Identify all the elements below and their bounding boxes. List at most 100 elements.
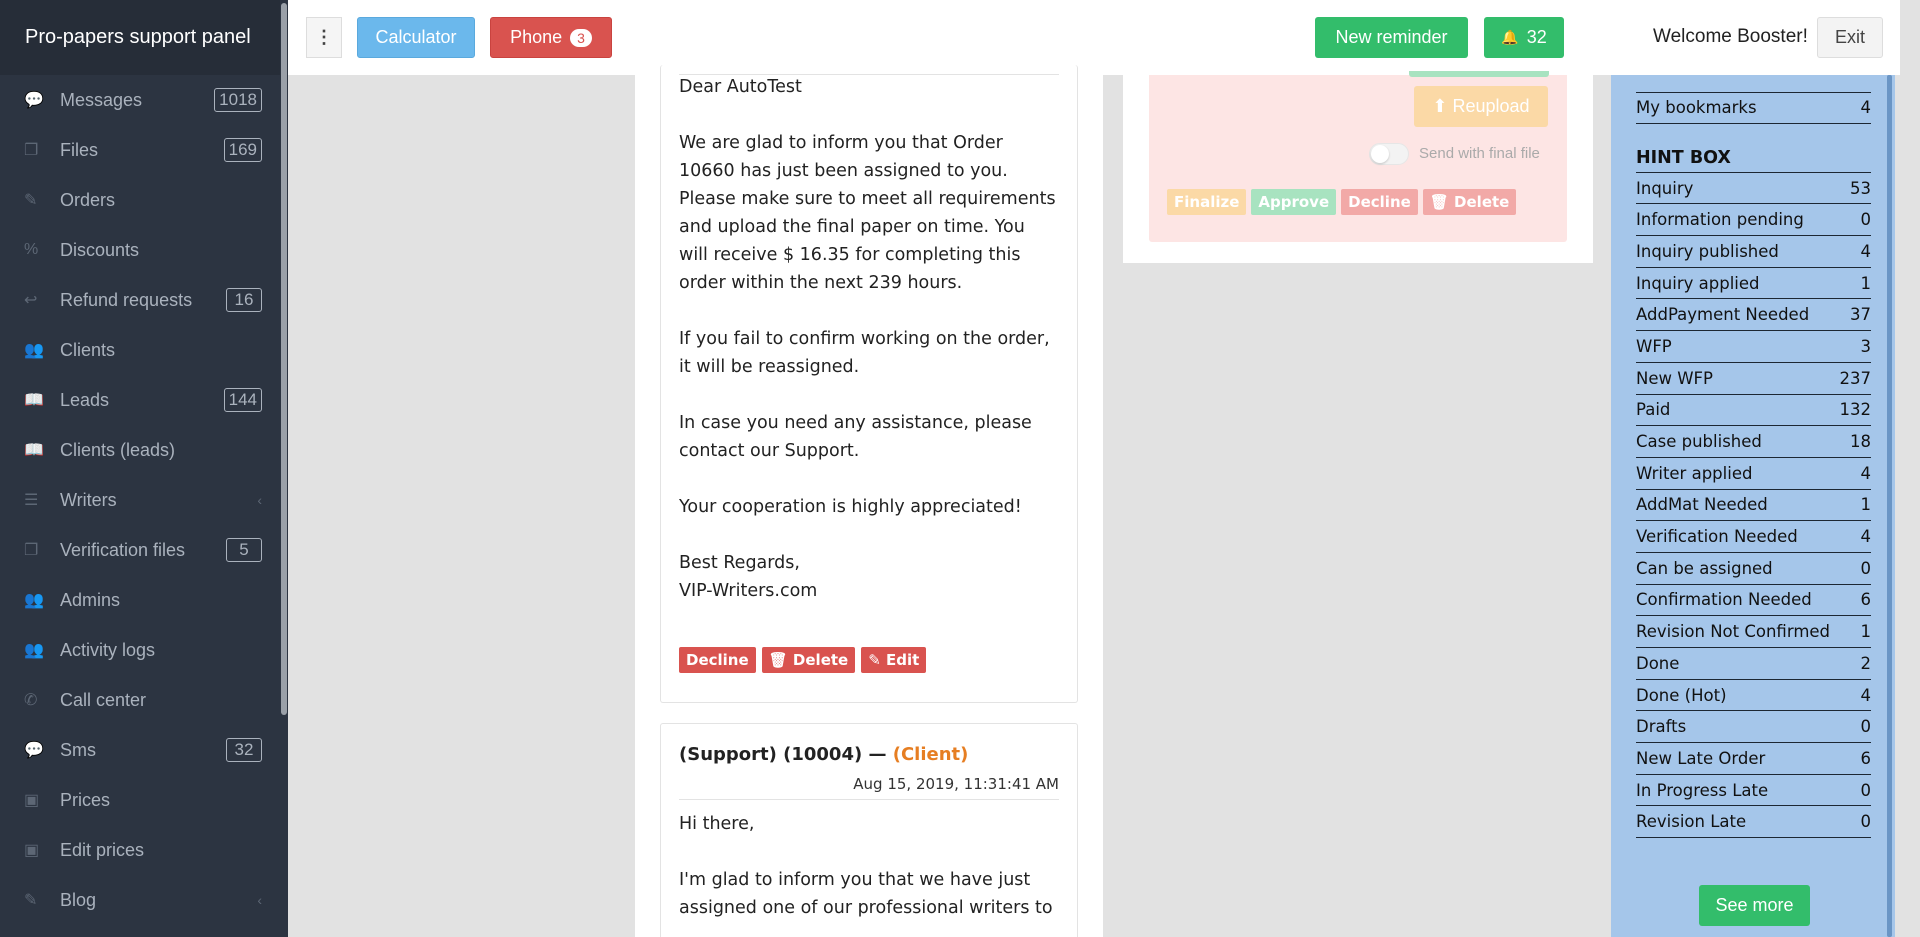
hint-row[interactable]: Verification Needed 4	[1636, 521, 1871, 553]
reupload-button[interactable]: ⬆ Reupload	[1414, 86, 1548, 127]
sidebar-item-sms[interactable]: 💬 Sms 32	[0, 725, 288, 775]
sidebar-item-label: Files	[60, 139, 99, 160]
order-actions-box: ⬆ Reupload Send with final file Finalize…	[1149, 71, 1567, 242]
decline-button[interactable]: Decline	[679, 647, 756, 673]
sidebar-item-label: Prices	[60, 789, 111, 810]
sidebar-item-messages[interactable]: 💬 Messages 1018	[0, 75, 288, 125]
sidebar-item-edit-prices[interactable]: ▣ Edit prices	[0, 825, 288, 875]
hint-row-count: 0	[1860, 210, 1872, 230]
hint-row[interactable]: New WFP 237	[1636, 363, 1871, 395]
sidebar-item-verification-files[interactable]: ❐ Verification files 5	[0, 525, 288, 575]
hint-row[interactable]: Revision Not Confirmed 1	[1636, 616, 1871, 648]
welcome-text: Welcome Booster!	[1653, 26, 1808, 47]
sidebar-item-discounts[interactable]: % Discounts	[0, 225, 288, 275]
hint-content: My bookmarks 4 HINT BOX Inquiry 53 Informa…	[1636, 75, 1872, 839]
see-more-button[interactable]: See more	[1699, 885, 1810, 926]
delete-button[interactable]: 🗑 Delete	[761, 647, 856, 673]
sidebar-item-leads[interactable]: 📖 Leads 144	[0, 375, 288, 425]
send-final-toggle[interactable]	[1369, 143, 1409, 165]
hint-row[interactable]: Information pending 0	[1636, 204, 1872, 237]
hint-row[interactable]: In Progress Late 0	[1636, 775, 1871, 807]
sidebar-item-label: Orders	[60, 189, 116, 210]
phone-button[interactable]: Phone 3	[490, 17, 612, 58]
sidebar-item-refund-requests[interactable]: ↩ Refund requests 16	[0, 275, 288, 325]
pencil-icon: ✎	[24, 892, 38, 909]
sidebar-item-label: Clients (leads)	[60, 439, 176, 460]
sidebar-item-label: Call center	[60, 689, 147, 710]
hint-row-label: New Late Order	[1636, 748, 1766, 768]
hint-row[interactable]: Drafts 0	[1636, 711, 1871, 744]
messages-column: Dear AutoTest We are glad to inform you t…	[635, 65, 1103, 937]
message-actions: Decline 🗑 Delete ✎ Edit	[679, 647, 927, 673]
bookmarks-row[interactable]: My bookmarks 4	[1636, 92, 1871, 124]
approve-file-button[interactable]	[1409, 71, 1549, 77]
hint-row-label: Confirmation Needed	[1636, 590, 1812, 610]
chevron-left-icon: ‹	[257, 492, 262, 508]
sidebar-item-badge: 5	[226, 538, 262, 562]
hint-row[interactable]: Inquiry published 4	[1636, 236, 1871, 268]
message-paragraph: Your cooperation is highly appreciated!	[679, 497, 1022, 517]
notifications-count: 32	[1526, 27, 1547, 47]
sidebar-item-blog[interactable]: ✎ Blog ‹	[0, 875, 288, 925]
sidebar-item-admins[interactable]: 👥 Admins	[0, 575, 288, 625]
hint-row[interactable]: Done (Hot) 4	[1636, 680, 1871, 712]
hint-row[interactable]: Case published 18	[1636, 426, 1871, 458]
calculator-button[interactable]: Calculator	[357, 17, 475, 58]
hint-row[interactable]: Paid 132	[1636, 395, 1871, 427]
hint-row-label: Inquiry applied	[1636, 273, 1760, 293]
sidebar-item-label: Leads	[60, 389, 110, 410]
hint-row[interactable]: Revision Late 0	[1636, 806, 1871, 839]
hint-row[interactable]: Writer applied 4	[1636, 458, 1871, 490]
chat-icon: 💬	[24, 742, 44, 759]
finalize-button[interactable]: Finalize	[1167, 189, 1247, 215]
hint-row[interactable]: AddPayment Needed 37	[1636, 299, 1871, 332]
hint-row-count: 53	[1850, 178, 1871, 198]
hint-row-count: 237	[1839, 368, 1872, 388]
sidebar-item-orders[interactable]: ✎ Orders	[0, 175, 288, 225]
sidebar-item-label: Messages	[60, 89, 143, 110]
reply-icon: ↩	[24, 292, 38, 309]
brand-title[interactable]: Pro-papers support panel	[0, 0, 288, 75]
sidebar-item-clients[interactable]: 👥 Clients	[0, 325, 288, 375]
sidebar-item-activity-logs[interactable]: 👥 Activity logs	[0, 625, 288, 675]
sidebar-item-call-center[interactable]: ✆ Call center	[0, 675, 288, 725]
sidebar-item-label: Sms	[60, 739, 96, 760]
sidebar-item-files[interactable]: ❐ Files 169	[0, 125, 288, 175]
top-bar: ⋮ Calculator Phone 3 New reminder 🔔 32 W…	[288, 0, 1900, 75]
hint-row-label: WFP	[1636, 336, 1672, 356]
sidebar-scrollbar[interactable]	[280, 0, 288, 937]
sidebar-item-label: Admins	[60, 589, 121, 610]
message-paragraph: In case you need any assistance, please …	[679, 413, 1032, 461]
hint-row-count: 4	[1860, 241, 1872, 261]
more-menu-button[interactable]: ⋮	[306, 17, 342, 58]
hint-row-count: 0	[1860, 558, 1872, 578]
hint-scroll-thumb[interactable]	[1887, 75, 1892, 937]
hint-row[interactable]: New Late Order 6	[1636, 743, 1871, 775]
hint-row[interactable]: Can be assigned 0	[1636, 553, 1871, 585]
sidebar-item-badge: 1018	[214, 88, 262, 112]
sidebar-item-clients-leads[interactable]: 📖 Clients (leads)	[0, 425, 288, 475]
hint-row-count: 0	[1860, 780, 1872, 800]
hint-row-count: 18	[1850, 432, 1871, 452]
hint-row[interactable]: Done 2	[1636, 648, 1871, 680]
hint-row[interactable]: Confirmation Needed 6	[1636, 585, 1871, 617]
order-decline-button[interactable]: Decline	[1341, 189, 1418, 215]
approve-button[interactable]: Approve	[1251, 189, 1337, 215]
new-reminder-button[interactable]: New reminder	[1315, 17, 1468, 58]
hint-row[interactable]: Inquiry 53	[1636, 173, 1871, 205]
exit-button[interactable]: Exit	[1817, 17, 1883, 58]
hint-row-count: 6	[1860, 748, 1872, 768]
message-card: Dear AutoTest We are glad to inform you t…	[660, 65, 1078, 703]
sidebar-item-writers[interactable]: ☰ Writers ‹	[0, 475, 288, 525]
notifications-button[interactable]: 🔔 32	[1484, 17, 1564, 58]
hint-scrollbar[interactable]	[1885, 75, 1895, 937]
order-delete-button[interactable]: 🗑 Delete	[1422, 189, 1517, 215]
sidebar-scroll-thumb[interactable]	[281, 3, 287, 715]
hint-row-label: Can be assigned	[1636, 558, 1773, 578]
sidebar-item-prices[interactable]: ▣ Prices	[0, 775, 288, 825]
sidebar-item-badge: 16	[226, 288, 262, 312]
hint-row[interactable]: WFP 3	[1636, 331, 1871, 363]
hint-row[interactable]: AddMat Needed 1	[1636, 490, 1871, 522]
edit-button[interactable]: ✎ Edit	[861, 647, 927, 673]
hint-row[interactable]: Inquiry applied 1	[1636, 268, 1871, 300]
